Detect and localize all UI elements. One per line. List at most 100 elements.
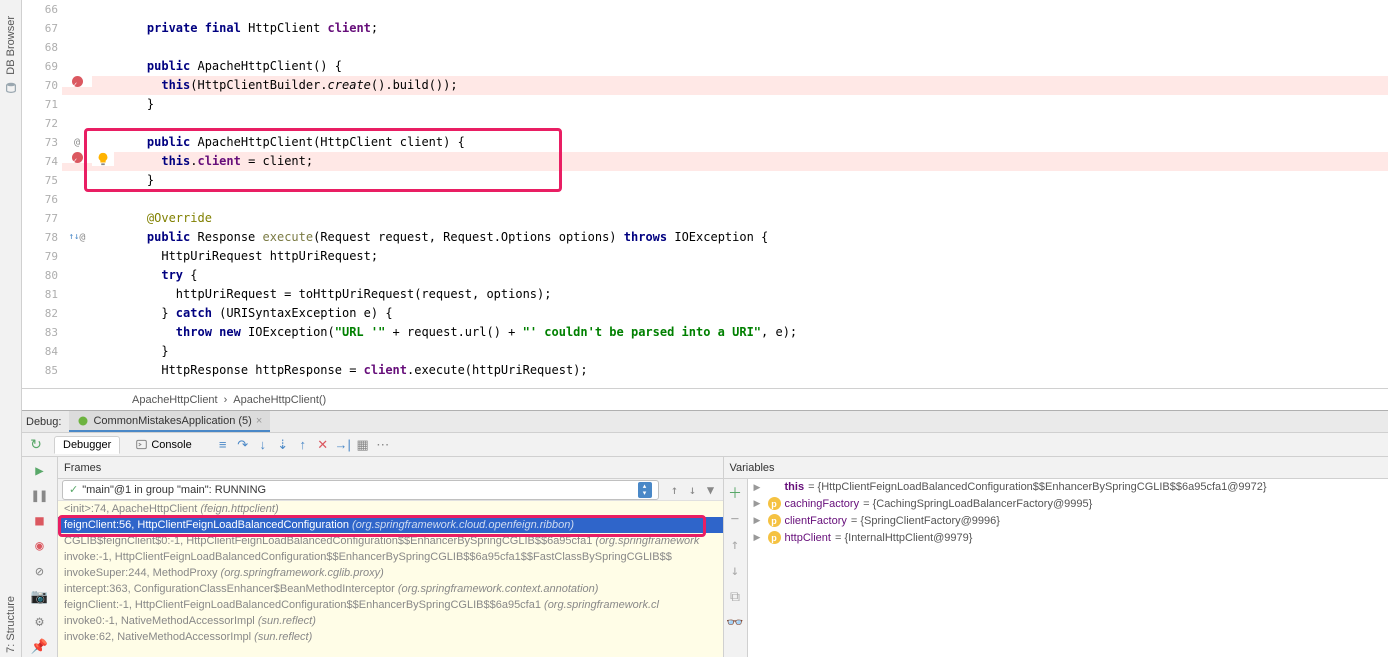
code-content[interactable]: public ApacheHttpClient(HttpClient clien…	[114, 133, 1388, 152]
code-line-78[interactable]: 78↑↓ @ public Response execute(Request r…	[22, 228, 1388, 247]
variables-panel: Variables ＋ − ↑ ↓ ⧉ 👓 ▶ this = {HttpClie…	[724, 457, 1388, 657]
code-line-68[interactable]: 68	[22, 38, 1388, 57]
step-into-icon[interactable]: ↓	[254, 436, 272, 454]
code-line-76[interactable]: 76	[22, 190, 1388, 209]
code-line-80[interactable]: 80 try {	[22, 266, 1388, 285]
evaluate-icon[interactable]: ▦	[354, 436, 372, 454]
rerun-icon[interactable]: ↻	[26, 435, 46, 455]
glasses-icon[interactable]: 👓	[725, 613, 745, 633]
line-number: 71	[22, 95, 62, 114]
code-line-69[interactable]: 69 public ApacheHttpClient() {	[22, 57, 1388, 76]
frame-up-icon[interactable]: ↑	[667, 482, 683, 498]
stop-icon[interactable]: ■	[30, 512, 50, 531]
duplicate-icon[interactable]: ⧉	[725, 587, 745, 607]
code-content[interactable]: } catch (URISyntaxException e) {	[114, 304, 1388, 323]
stack-frame[interactable]: invokeSuper:244, MethodProxy (org.spring…	[58, 565, 723, 581]
code-line-72[interactable]: 72	[22, 114, 1388, 133]
code-line-79[interactable]: 79 HttpUriRequest httpUriRequest;	[22, 247, 1388, 266]
code-content[interactable]: }	[114, 342, 1388, 361]
expand-icon[interactable]: ▶	[754, 515, 764, 526]
console-icon	[136, 439, 147, 450]
expand-icon[interactable]: ▶	[754, 482, 764, 493]
code-content[interactable]: httpUriRequest = toHttpUriRequest(reques…	[114, 285, 1388, 304]
db-browser-tab[interactable]: DB Browser	[5, 16, 17, 75]
watch-up-icon[interactable]: ↑	[725, 535, 745, 555]
code-content[interactable]: }	[114, 95, 1388, 114]
tab-debugger[interactable]: Debugger	[54, 436, 120, 454]
run-config-tab[interactable]: CommonMistakesApplication (5) ×	[69, 411, 270, 432]
code-line-85[interactable]: 85 HttpResponse httpResponse = client.ex…	[22, 361, 1388, 380]
step-over-icon[interactable]: ↷	[234, 436, 252, 454]
frame-down-icon[interactable]: ↓	[685, 482, 701, 498]
stack-frame[interactable]: <init>:74, ApacheHttpClient (feign.httpc…	[58, 501, 723, 517]
code-line-66[interactable]: 66	[22, 0, 1388, 19]
code-line-74[interactable]: 74 this.client = client;	[22, 152, 1388, 171]
stack-frame[interactable]: feignClient:56, HttpClientFeignLoadBalan…	[58, 517, 723, 533]
variable-row[interactable]: ▶ this = {HttpClientFeignLoadBalancedCon…	[748, 479, 1388, 495]
force-step-into-icon[interactable]: ⇣	[274, 436, 292, 454]
stack-frame[interactable]: invoke:-1, HttpClientFeignLoadBalancedCo…	[58, 549, 723, 565]
tab-console[interactable]: Console	[128, 437, 199, 453]
code-line-75[interactable]: 75 }	[22, 171, 1388, 190]
close-icon[interactable]: ×	[256, 415, 262, 427]
code-content[interactable]: public Response execute(Request request,…	[114, 228, 1388, 247]
code-content[interactable]: private final HttpClient client;	[114, 19, 1388, 38]
new-watch-icon[interactable]: ＋	[725, 483, 745, 503]
stack-frame[interactable]: invoke:62, NativeMethodAccessorImpl (sun…	[58, 629, 723, 645]
variable-row[interactable]: ▶p clientFactory = {SpringClientFactory@…	[748, 512, 1388, 529]
code-content[interactable]: this.client = client;	[114, 152, 1388, 171]
code-content[interactable]: public ApacheHttpClient() {	[114, 57, 1388, 76]
dropdown-arrows-icon[interactable]	[638, 482, 652, 498]
code-content[interactable]: try {	[114, 266, 1388, 285]
left-tool-sidebar: DB Browser	[0, 0, 22, 657]
code-line-73[interactable]: 73@ public ApacheHttpClient(HttpClient c…	[22, 133, 1388, 152]
code-line-84[interactable]: 84 }	[22, 342, 1388, 361]
code-line-71[interactable]: 71 }	[22, 95, 1388, 114]
resume-icon[interactable]: ▶	[30, 461, 50, 480]
camera-icon[interactable]: 📷	[30, 587, 50, 606]
breadcrumb[interactable]: ApacheHttpClient › ApacheHttpClient()	[22, 388, 1388, 410]
threads-icon[interactable]: ≡	[214, 436, 232, 454]
variable-row[interactable]: ▶p cachingFactory = {CachingSpringLoadBa…	[748, 495, 1388, 512]
code-line-83[interactable]: 83 throw new IOException("URL '" + reque…	[22, 323, 1388, 342]
watch-down-icon[interactable]: ↓	[725, 561, 745, 581]
breakpoint-hit-icon[interactable]	[72, 152, 83, 163]
breadcrumb-method[interactable]: ApacheHttpClient()	[233, 394, 326, 406]
stack-frame[interactable]: intercept:363, ConfigurationClassEnhance…	[58, 581, 723, 597]
more-icon[interactable]: ⋯	[374, 436, 392, 454]
expand-icon[interactable]: ▶	[754, 532, 764, 543]
code-content[interactable]: @Override	[114, 209, 1388, 228]
code-content[interactable]: HttpUriRequest httpUriRequest;	[114, 247, 1388, 266]
settings-icon[interactable]: ⚙	[30, 613, 50, 632]
pause-icon[interactable]: ❚❚	[30, 486, 50, 505]
code-content[interactable]: throw new IOException("URL '" + request.…	[114, 323, 1388, 342]
breadcrumb-class[interactable]: ApacheHttpClient	[132, 394, 218, 406]
code-content[interactable]: HttpResponse httpResponse = client.execu…	[114, 361, 1388, 380]
bulb-icon[interactable]	[96, 152, 110, 166]
expand-icon[interactable]: ▶	[754, 498, 764, 509]
mute-breakpoints-icon[interactable]: ⊘	[30, 562, 50, 581]
filter-icon[interactable]: ▼	[703, 482, 719, 498]
line-number: 79	[22, 247, 62, 266]
thread-selector[interactable]: ✓ "main"@1 in group "main": RUNNING	[62, 480, 659, 500]
variable-row[interactable]: ▶p httpClient = {InternalHttpClient@9979…	[748, 529, 1388, 546]
code-editor[interactable]: 6667 private final HttpClient client;686…	[22, 0, 1388, 410]
pin-icon[interactable]: 📌	[30, 638, 50, 657]
view-breakpoints-icon[interactable]: ◉	[30, 537, 50, 556]
stack-frame[interactable]: feignClient:-1, HttpClientFeignLoadBalan…	[58, 597, 723, 613]
stack-frame[interactable]: CGLIB$feignClient$0:-1, HttpClientFeignL…	[58, 533, 723, 549]
step-out-icon[interactable]: ↑	[294, 436, 312, 454]
stack-frame[interactable]: invoke0:-1, NativeMethodAccessorImpl (su…	[58, 613, 723, 629]
code-line-67[interactable]: 67 private final HttpClient client;	[22, 19, 1388, 38]
drop-frame-icon[interactable]: ✕	[314, 436, 332, 454]
code-line-81[interactable]: 81 httpUriRequest = toHttpUriRequest(req…	[22, 285, 1388, 304]
code-line-70[interactable]: 70 this(HttpClientBuilder.create().build…	[22, 76, 1388, 95]
remove-watch-icon[interactable]: −	[725, 509, 745, 529]
breakpoint-hit-icon[interactable]	[72, 76, 83, 87]
run-to-cursor-icon[interactable]: →|	[334, 436, 352, 454]
code-content[interactable]: }	[114, 171, 1388, 190]
code-line-77[interactable]: 77 @Override	[22, 209, 1388, 228]
code-line-82[interactable]: 82 } catch (URISyntaxException e) {	[22, 304, 1388, 323]
code-content[interactable]: this(HttpClientBuilder.create().build())…	[114, 76, 1388, 95]
structure-tab[interactable]: 7: Structure	[5, 596, 17, 653]
